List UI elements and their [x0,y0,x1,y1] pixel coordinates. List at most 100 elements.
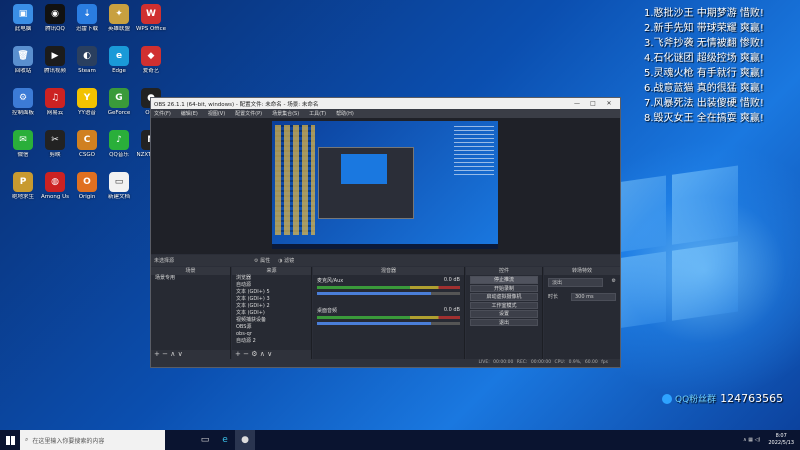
properties-button[interactable]: ⚙ 属性 [254,257,270,264]
minimize-icon[interactable]: — [569,100,585,107]
obs-taskbar-icon[interactable]: ● [235,430,255,450]
desktop-icon[interactable]: ◉ 腾讯QQ [38,4,72,44]
edge-icon[interactable]: e [215,430,235,450]
desktop-icon[interactable]: G GeForce [102,88,136,128]
filters-button[interactable]: ◑ 滤镜 [278,257,294,264]
rank-line: 5.灵魂火枪 有手就行 爽赢! [644,68,764,79]
desktop-icon[interactable]: Y YY语音 [70,88,104,128]
source-item[interactable]: 文本 (GDI+) [232,310,311,317]
desktop-icon[interactable]: ▭ 新建文档 [102,172,136,212]
desktop-icon[interactable]: ✦ 英雄联盟 [102,4,136,44]
obs-window[interactable]: OBS 26.1.1 (64-bit, windows) - 配置文件: 未命名… [150,97,621,368]
start-recording-button[interactable]: 开始录制 [470,284,538,292]
remove-icon[interactable]: − [243,350,249,358]
desktop-icon[interactable]: ▣ 此电脑 [6,4,40,44]
rank-line: 3.飞斧抄袭 无情被翻 惨败! [644,38,764,49]
preview-canvas[interactable] [272,121,498,249]
down-icon[interactable]: ∨ [267,350,272,358]
obs-titlebar[interactable]: OBS 26.1.1 (64-bit, windows) - 配置文件: 未命名… [151,98,620,109]
studio-mode-button[interactable]: 工作室模式 [470,301,538,309]
menu-file[interactable]: 文件(F) [154,110,171,117]
source-item[interactable]: obs-qr [232,331,311,338]
app-icon: e [109,46,129,66]
desktop-icon[interactable]: P 绝地求生 [6,172,40,212]
app-icon: ▶ [45,46,65,66]
app-icon: P [13,172,33,192]
clock-date: 2022/5/13 [768,440,794,446]
desktop-icon[interactable]: ♫ 网易云 [38,88,72,128]
desktop-icon[interactable]: 🗑 回收站 [6,46,40,86]
desktop-icon[interactable]: O Origin [70,172,104,212]
source-item[interactable]: 自动源 2 [232,338,311,345]
start-button[interactable] [0,430,20,450]
source-item[interactable]: 文本 (GDI+) 2 [232,303,311,310]
controls-dock: 控件 停止推流 开始录制 启动虚拟摄像机 工作室模式 设置 退出 [466,267,543,359]
desktop-icon[interactable]: W WPS Office [134,4,168,44]
down-icon[interactable]: ∨ [178,350,183,358]
taskbar-search[interactable]: ⌕ 在这里输入你要搜索的内容 [20,430,165,450]
menu-view[interactable]: 视图(V) [208,110,225,117]
desktop-icon[interactable]: C CSGO [70,130,104,170]
menu-scene-collection[interactable]: 场景集合(S) [272,110,299,117]
app-icon: ✉ [13,130,33,150]
rank-line: 6.战意蓝猫 真的很猛 爽赢! [644,83,764,94]
desktop-icon-label: Edge [112,68,126,74]
desktop-icon[interactable]: ⚙ 控制面板 [6,88,40,128]
menu-tools[interactable]: 工具(T) [309,110,326,117]
chevron-up-icon[interactable]: ∧ [743,437,747,443]
app-icon: ◉ [45,4,65,24]
menu-help[interactable]: 帮助(H) [336,110,354,117]
rank-line: 2.新手先知 带球荣耀 爽赢! [644,23,764,34]
gear-icon[interactable]: ⚙ [612,278,616,287]
exit-button[interactable]: 退出 [470,318,538,326]
desktop-icon[interactable]: ◐ Steam [70,46,104,86]
source-item[interactable]: 浏览器 [232,275,311,282]
source-item[interactable]: 文本 (GDI+) 5 [232,289,311,296]
task-view-icon[interactable]: ▭ [195,430,215,450]
source-item[interactable]: 视频捕获设备 [232,317,311,324]
virtual-camera-button[interactable]: 启动虚拟摄像机 [470,293,538,301]
desktop-icon[interactable]: ◍ Among Us [38,172,72,212]
add-icon[interactable]: + [235,350,241,358]
source-item[interactable]: 文本 (GDI+) 3 [232,296,311,303]
desktop-icon[interactable]: ▶ 腾讯视频 [38,46,72,86]
desktop-icon[interactable]: ♪ QQ音乐 [102,130,136,170]
preview-rank-text [454,125,494,175]
maximize-icon[interactable]: □ [585,100,601,107]
app-icon: C [77,130,97,150]
volume-meter [317,286,460,289]
transition-select[interactable]: 淡出 [548,278,603,287]
desktop-icon-label: 网易云 [46,110,64,116]
close-icon[interactable]: ✕ [601,100,617,107]
volume-slider[interactable] [317,292,460,295]
volume-slider[interactable] [317,322,460,325]
app-icon: Y [77,88,97,108]
settings-button[interactable]: 设置 [470,310,538,318]
stop-streaming-button[interactable]: 停止推流 [470,276,538,284]
source-item[interactable]: 自动源 [232,282,311,289]
preview-area [151,118,620,254]
menu-edit[interactable]: 编辑(E) [181,110,198,117]
app-icon: ⇣ [77,4,97,24]
source-item[interactable]: OBS源 [232,324,311,331]
add-icon[interactable]: + [154,350,160,358]
desktop-icon[interactable]: ✂ 剪映 [38,130,72,170]
up-icon[interactable]: ∧ [260,350,265,358]
duration-input[interactable]: 300 ms [571,293,616,301]
channel-db: 0.0 dB [443,277,460,283]
clock[interactable]: 8:07 2022/5/13 [768,433,794,447]
desktop-icon[interactable]: ✉ 微信 [6,130,40,170]
desktop-icon[interactable]: ⇣ 迅雷下载 [70,4,104,44]
desktop-icon[interactable]: ◆ 爱奇艺 [134,46,168,86]
remove-icon[interactable]: − [162,350,168,358]
volume-meter [317,316,460,319]
scene-item[interactable]: 场景专用 [151,275,230,282]
search-icon: ⌕ [25,436,29,443]
gear-icon[interactable]: ⚙ [251,350,257,358]
menu-profile[interactable]: 配置文件(P) [235,110,262,117]
desktop-icon[interactable]: e Edge [102,46,136,86]
network-icon[interactable]: ▦ [748,437,753,443]
up-icon[interactable]: ∧ [170,350,175,358]
desktop-icon-label: 英雄联盟 [107,26,130,32]
volume-icon[interactable]: ◁) [755,437,761,443]
